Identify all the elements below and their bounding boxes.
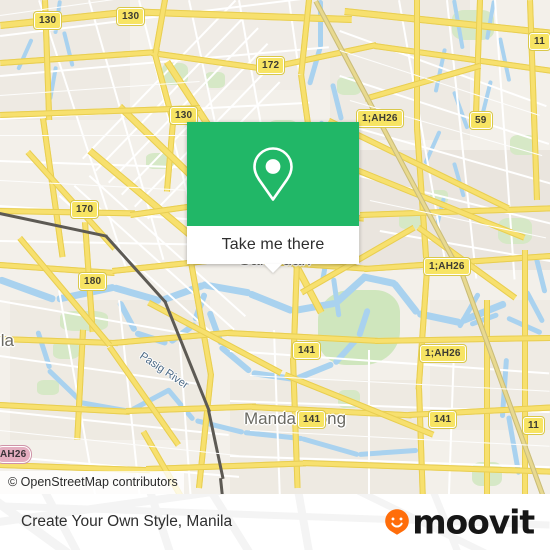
map-attribution[interactable]: © OpenStreetMap contributors: [0, 471, 184, 494]
road-shield: 11: [528, 32, 550, 51]
map-road: [368, 350, 370, 494]
map-pin-icon: [253, 147, 293, 201]
road-shield: 1;AH26: [423, 257, 471, 276]
popup-action-area[interactable]: Take me there: [187, 226, 359, 273]
road-shield: 141: [296, 410, 327, 429]
road-shield: 59: [469, 111, 493, 130]
map-callout-popup[interactable]: Take me there: [187, 122, 359, 273]
road-shield: 141: [427, 410, 458, 429]
road-shield: AH26: [0, 445, 33, 464]
road-shield: 1;AH26: [419, 344, 467, 363]
road-shield: 141: [291, 341, 322, 360]
road-shield: 180: [77, 272, 108, 291]
map-canvas[interactable]: San JuanMandaluyongila Pasig River 13013…: [0, 0, 550, 494]
moovit-wordmark: moovit: [412, 502, 535, 542]
road-shield: 130: [115, 7, 146, 26]
map-place-label: ila: [0, 331, 15, 350]
map-green-area: [37, 380, 59, 395]
popup-icon-area: [187, 122, 359, 226]
page-title: Create Your Own Style, Manila: [21, 513, 233, 530]
map-primary-road: [414, 0, 420, 130]
popup-pointer-arrow: [264, 264, 282, 273]
take-me-there-label: Take me there: [221, 236, 325, 253]
road-shield: 1;AH26: [356, 109, 404, 128]
road-shield: 130: [32, 11, 63, 30]
moovit-logo[interactable]: moovit: [384, 502, 535, 542]
map-place-label: Mandaluyong: [244, 409, 347, 428]
moovit-map-screen: San JuanMandaluyongila Pasig River 13013…: [0, 0, 550, 550]
footer-bar: Create Your Own Style, Manila moovit: [0, 494, 550, 550]
road-shield: 170: [69, 200, 100, 219]
moovit-pin-icon: [385, 509, 410, 535]
road-shield: 11: [522, 416, 545, 435]
road-shield: 172: [255, 56, 286, 75]
